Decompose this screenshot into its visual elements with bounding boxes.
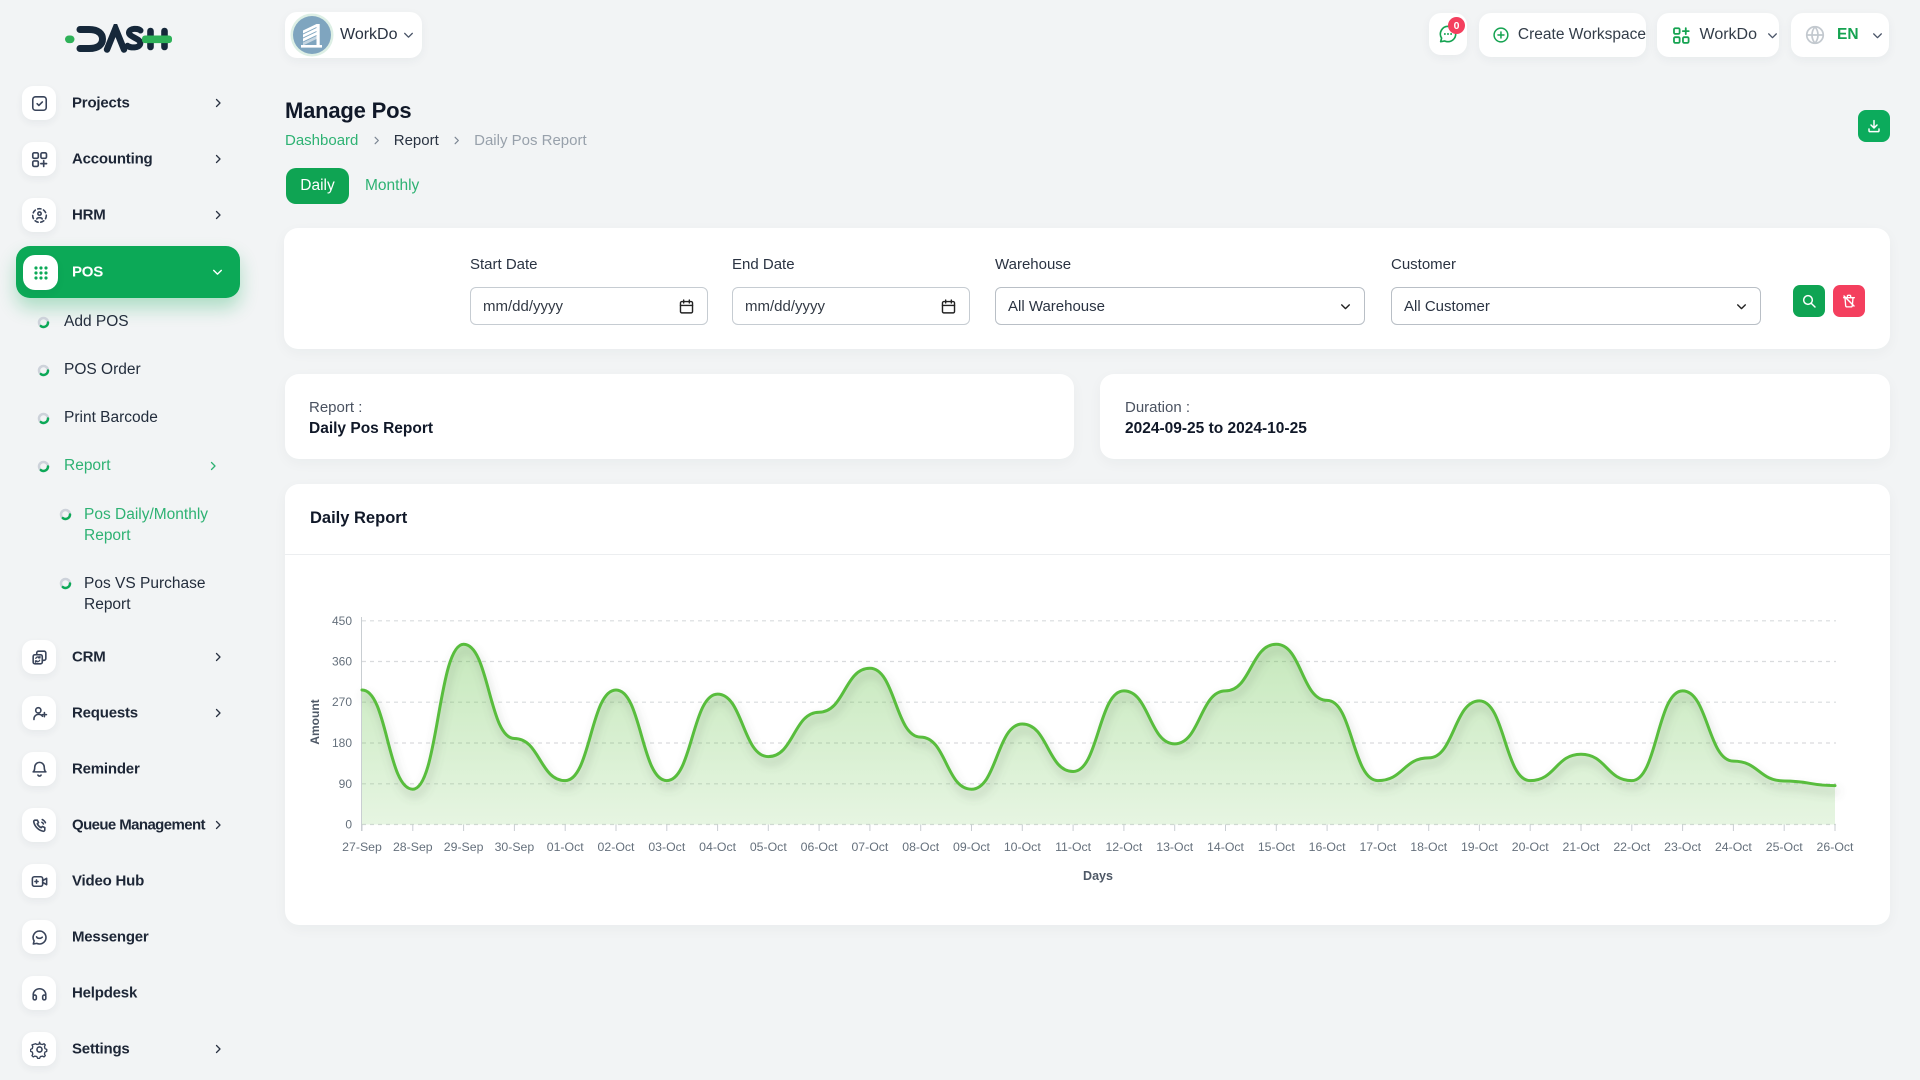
svg-text:02-Oct: 02-Oct bbox=[598, 840, 635, 854]
svg-text:15-Oct: 15-Oct bbox=[1258, 840, 1295, 854]
svg-text:Days: Days bbox=[1083, 869, 1113, 883]
svg-text:14-Oct: 14-Oct bbox=[1207, 840, 1244, 854]
svg-text:07-Oct: 07-Oct bbox=[851, 840, 888, 854]
svg-text:08-Oct: 08-Oct bbox=[902, 840, 939, 854]
svg-text:24-Oct: 24-Oct bbox=[1715, 840, 1752, 854]
svg-text:11-Oct: 11-Oct bbox=[1055, 840, 1092, 854]
svg-text:13-Oct: 13-Oct bbox=[1156, 840, 1193, 854]
svg-text:19-Oct: 19-Oct bbox=[1461, 840, 1498, 854]
svg-text:21-Oct: 21-Oct bbox=[1563, 840, 1600, 854]
svg-text:360: 360 bbox=[332, 655, 352, 669]
svg-text:29-Sep: 29-Sep bbox=[444, 840, 484, 854]
svg-text:12-Oct: 12-Oct bbox=[1105, 840, 1142, 854]
svg-text:04-Oct: 04-Oct bbox=[699, 840, 736, 854]
svg-text:01-Oct: 01-Oct bbox=[547, 840, 584, 854]
svg-text:10-Oct: 10-Oct bbox=[1004, 840, 1041, 854]
svg-text:27-Sep: 27-Sep bbox=[342, 840, 382, 854]
svg-text:90: 90 bbox=[339, 777, 353, 791]
svg-text:18-Oct: 18-Oct bbox=[1410, 840, 1447, 854]
svg-text:30-Sep: 30-Sep bbox=[495, 840, 535, 854]
svg-text:22-Oct: 22-Oct bbox=[1613, 840, 1650, 854]
svg-text:180: 180 bbox=[332, 736, 352, 750]
svg-text:03-Oct: 03-Oct bbox=[648, 840, 685, 854]
svg-text:17-Oct: 17-Oct bbox=[1359, 840, 1396, 854]
svg-text:450: 450 bbox=[332, 614, 352, 628]
svg-text:20-Oct: 20-Oct bbox=[1512, 840, 1549, 854]
svg-text:23-Oct: 23-Oct bbox=[1664, 840, 1701, 854]
svg-text:06-Oct: 06-Oct bbox=[801, 840, 838, 854]
svg-text:270: 270 bbox=[332, 695, 352, 709]
svg-text:0: 0 bbox=[345, 818, 352, 832]
svg-text:28-Sep: 28-Sep bbox=[393, 840, 433, 854]
svg-text:09-Oct: 09-Oct bbox=[953, 840, 990, 854]
svg-text:16-Oct: 16-Oct bbox=[1309, 840, 1346, 854]
svg-text:05-Oct: 05-Oct bbox=[750, 840, 787, 854]
svg-text:25-Oct: 25-Oct bbox=[1766, 840, 1803, 854]
svg-text:Amount: Amount bbox=[308, 699, 322, 744]
svg-text:26-Oct: 26-Oct bbox=[1817, 840, 1854, 854]
